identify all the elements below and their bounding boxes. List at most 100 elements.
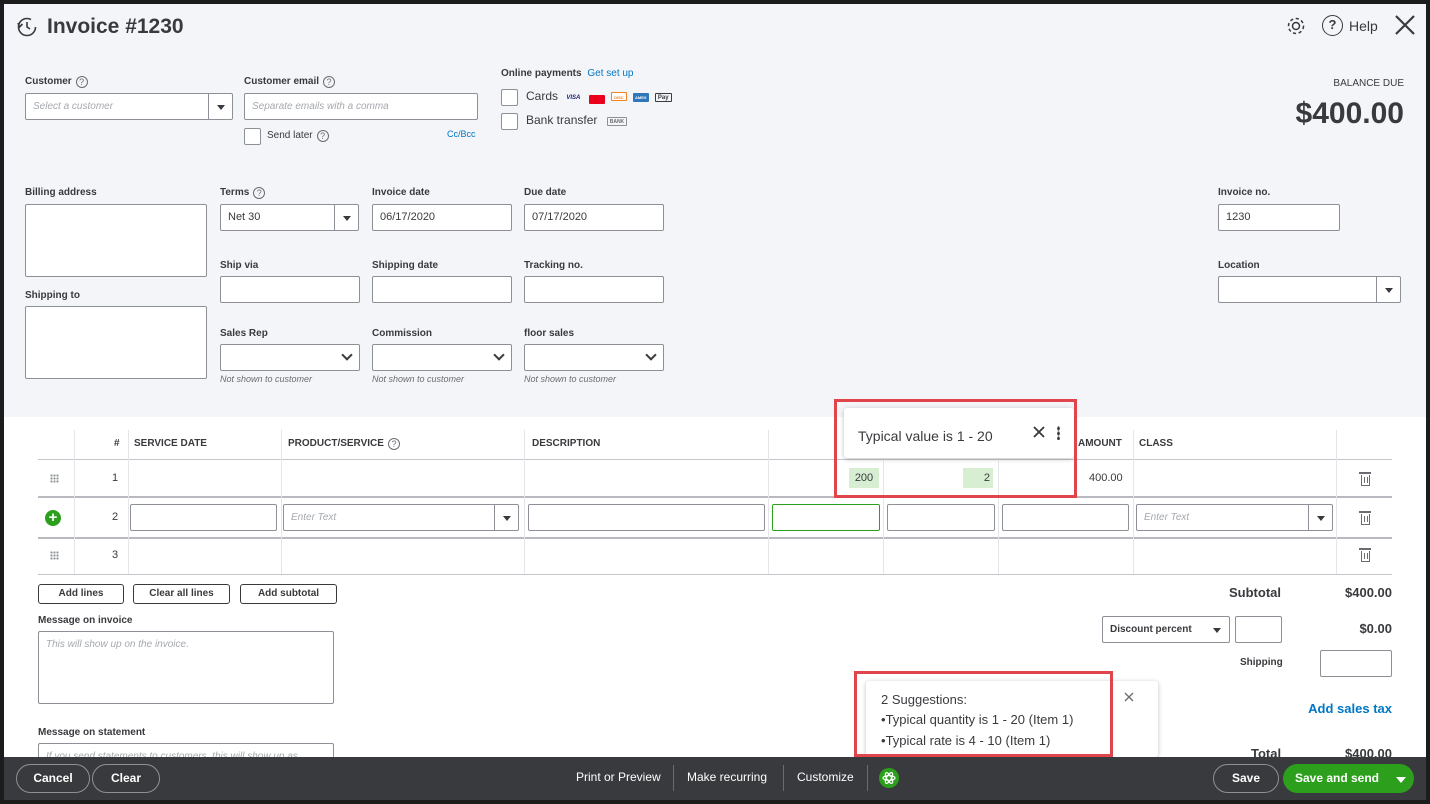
table-header-divider	[38, 459, 1392, 460]
close-icon[interactable]	[1124, 689, 1134, 707]
floor-sales-select[interactable]	[524, 344, 664, 371]
footer-divider	[783, 765, 784, 791]
row-divider	[38, 574, 1392, 575]
commission-note: Not shown to customer	[372, 374, 465, 384]
settings-gear-icon[interactable]	[1285, 15, 1307, 42]
add-lines-button[interactable]: Add lines	[38, 584, 124, 604]
subtotal-label: Subtotal	[1229, 585, 1281, 600]
shipping-field[interactable]	[1320, 650, 1392, 677]
row-number: 2	[112, 511, 119, 523]
send-later-label: Send later?	[267, 130, 329, 142]
bank-transfer-checkbox[interactable]	[501, 113, 518, 130]
help-icon[interactable]: ?	[1322, 15, 1343, 36]
ship-via-field[interactable]	[220, 276, 360, 303]
suggestions-assistant-icon[interactable]	[879, 768, 899, 788]
chevron-down-icon[interactable]	[208, 94, 232, 119]
delete-row-icon[interactable]	[1359, 548, 1371, 562]
message-invoice-field[interactable]: This will show up on the invoice.	[38, 631, 334, 704]
delete-row-icon[interactable]	[1359, 472, 1371, 486]
chevron-down-icon[interactable]	[494, 505, 518, 530]
visa-icon: VISA	[566, 95, 581, 101]
chevron-down-icon	[1396, 777, 1406, 783]
shipping-to-field[interactable]	[25, 306, 207, 379]
col-divider	[128, 430, 129, 574]
floor-sales-label: floor sales	[524, 328, 575, 339]
rate-field[interactable]	[887, 504, 995, 531]
shipping-label: Shipping	[1240, 657, 1283, 668]
class-select[interactable]: Enter Text	[1136, 504, 1333, 531]
qty-field[interactable]	[772, 504, 880, 531]
description-field[interactable]	[528, 504, 765, 531]
add-subtotal-button[interactable]: Add subtotal	[240, 584, 337, 604]
chevron-down-icon[interactable]	[493, 349, 505, 361]
help-link[interactable]: Help	[1349, 18, 1378, 34]
cancel-button[interactable]: Cancel	[16, 764, 90, 793]
terms-label: Terms?	[220, 187, 266, 199]
sales-rep-select[interactable]	[220, 344, 360, 371]
invoice-date-label: Invoice date	[372, 187, 430, 198]
invoice-date-field[interactable]: 06/17/2020	[372, 204, 512, 231]
message-invoice-label: Message on invoice	[38, 615, 133, 626]
print-preview-link[interactable]: Print or Preview	[576, 770, 661, 784]
chevron-down-icon[interactable]	[334, 205, 358, 230]
delete-row-icon[interactable]	[1359, 511, 1371, 525]
email-help-icon[interactable]: ?	[323, 76, 336, 88]
save-button[interactable]: Save	[1213, 764, 1279, 793]
clear-all-lines-button[interactable]: Clear all lines	[133, 584, 230, 604]
due-date-field[interactable]: 07/17/2020	[524, 204, 664, 231]
save-options-dropdown[interactable]	[1391, 764, 1414, 793]
discount-type-select[interactable]: Discount percent	[1102, 616, 1230, 643]
terms-select[interactable]: Net 30	[220, 204, 359, 231]
close-icon[interactable]	[1394, 14, 1416, 41]
save-and-send-group: Save and send	[1283, 764, 1414, 793]
discover-icon: DISC	[611, 92, 627, 101]
drag-handle-icon[interactable]	[50, 474, 59, 483]
make-recurring-link[interactable]: Make recurring	[687, 770, 767, 784]
invoice-no-field[interactable]: 1230	[1218, 204, 1340, 231]
commission-select[interactable]	[372, 344, 512, 371]
add-line-icon[interactable]: +	[45, 510, 61, 526]
col-header-description: DESCRIPTION	[532, 438, 601, 449]
cc-bcc-link[interactable]: Cc/Bcc	[447, 129, 476, 139]
billing-address-field[interactable]	[25, 204, 207, 277]
highlight-box	[834, 399, 1077, 498]
send-later-checkbox[interactable]	[244, 128, 261, 145]
sales-rep-note: Not shown to customer	[220, 374, 313, 384]
cards-checkbox[interactable]	[501, 89, 518, 106]
col-divider	[281, 430, 282, 574]
col-divider	[768, 430, 769, 574]
location-select[interactable]	[1218, 276, 1401, 303]
footer-divider	[867, 765, 868, 791]
due-date-label: Due date	[524, 187, 567, 198]
shipping-date-field[interactable]	[372, 276, 512, 303]
chevron-down-icon[interactable]	[1376, 277, 1400, 302]
col-divider	[74, 430, 75, 574]
chevron-down-icon[interactable]	[1205, 617, 1229, 642]
bank-transfer-option: Bank transfer BANK	[526, 113, 628, 127]
balance-due-amount: $400.00	[1295, 97, 1404, 130]
customize-link[interactable]: Customize	[797, 770, 854, 784]
recent-transactions-icon[interactable]	[16, 16, 38, 43]
save-and-send-button[interactable]: Save and send	[1283, 764, 1391, 793]
chevron-down-icon[interactable]	[645, 349, 657, 361]
service-date-field[interactable]	[130, 504, 277, 531]
get-set-up-link[interactable]: Get set up	[587, 68, 633, 79]
clear-button[interactable]: Clear	[92, 764, 160, 793]
terms-help-icon[interactable]: ?	[253, 187, 266, 199]
add-sales-tax-link[interactable]: Add sales tax	[1308, 701, 1392, 716]
row-divider	[38, 496, 1392, 498]
chevron-down-icon[interactable]	[1308, 505, 1332, 530]
drag-handle-icon[interactable]	[50, 551, 59, 560]
customer-select[interactable]: Select a customer	[25, 93, 233, 120]
customer-email-field[interactable]: Separate emails with a comma	[244, 93, 478, 120]
chevron-down-icon[interactable]	[341, 349, 353, 361]
invoice-no-label: Invoice no.	[1218, 187, 1271, 198]
product-select[interactable]: Enter Text	[283, 504, 519, 531]
send-later-help-icon[interactable]: ?	[316, 130, 329, 142]
customer-help-icon[interactable]: ?	[75, 76, 88, 88]
tracking-no-field[interactable]	[524, 276, 664, 303]
product-help-icon[interactable]: ?	[387, 438, 400, 450]
discount-value-field[interactable]	[1235, 616, 1282, 643]
amount-field[interactable]	[1002, 504, 1129, 531]
page-title: Invoice #1230	[47, 15, 184, 38]
